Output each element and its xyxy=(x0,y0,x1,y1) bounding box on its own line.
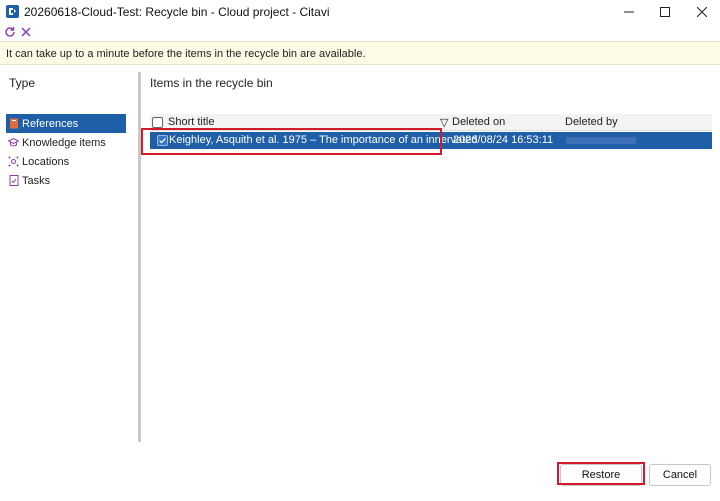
column-header-deleted-on[interactable]: Deleted on xyxy=(452,116,505,128)
citavi-app-icon xyxy=(6,5,19,18)
close-icon xyxy=(21,27,31,37)
select-all-checkbox[interactable] xyxy=(152,117,163,128)
type-item-label: Knowledge items xyxy=(22,136,106,149)
type-list: References Knowledge items Locations Tas… xyxy=(6,114,126,190)
recycle-bin-pane: Items in the recycle bin Short title ▽ D… xyxy=(144,66,720,442)
type-pane: Type References Knowledge items Location… xyxy=(0,66,138,442)
type-item-label: Locations xyxy=(22,155,70,168)
delete-permanently-button[interactable] xyxy=(19,25,33,39)
locations-icon xyxy=(8,156,19,167)
column-header-deleted-by[interactable]: Deleted by xyxy=(565,116,618,128)
minimize-button[interactable] xyxy=(611,0,647,24)
knowledge-icon xyxy=(8,137,19,148)
info-message: It can take up to a minute before the it… xyxy=(6,48,366,60)
toolbar xyxy=(0,24,720,41)
reference-icon xyxy=(8,118,19,129)
type-item-label: References xyxy=(22,117,79,130)
row-deleted-on: 2026/08/24 16:53:11 xyxy=(453,134,554,146)
type-item-references[interactable]: References xyxy=(6,114,126,133)
maximize-icon xyxy=(660,7,670,17)
row-highlight-annotation xyxy=(141,128,442,155)
column-header-short-title[interactable]: Short title xyxy=(168,116,214,128)
maximize-button[interactable] xyxy=(647,0,683,24)
refresh-icon xyxy=(5,27,15,37)
window-title: 20260618-Cloud-Test: Recycle bin - Cloud… xyxy=(24,5,330,19)
type-item-knowledge-items[interactable]: Knowledge items xyxy=(6,133,126,152)
row-deleted-by-redacted xyxy=(566,137,636,144)
close-window-icon xyxy=(697,7,707,17)
tasks-icon xyxy=(8,175,19,186)
type-item-tasks[interactable]: Tasks xyxy=(6,171,126,190)
cancel-button[interactable]: Cancel xyxy=(649,464,711,486)
type-item-label: Tasks xyxy=(22,174,51,187)
title-bar: 20260618-Cloud-Test: Recycle bin - Cloud… xyxy=(0,0,720,24)
info-bar: It can take up to a minute before the it… xyxy=(0,41,720,65)
type-heading: Type xyxy=(9,76,36,90)
close-button[interactable] xyxy=(684,0,720,24)
minimize-icon xyxy=(624,11,634,13)
refresh-button[interactable] xyxy=(3,25,17,39)
type-item-locations[interactable]: Locations xyxy=(6,152,126,171)
recycle-bin-heading: Items in the recycle bin xyxy=(150,76,273,90)
restore-highlight-annotation xyxy=(557,462,645,485)
